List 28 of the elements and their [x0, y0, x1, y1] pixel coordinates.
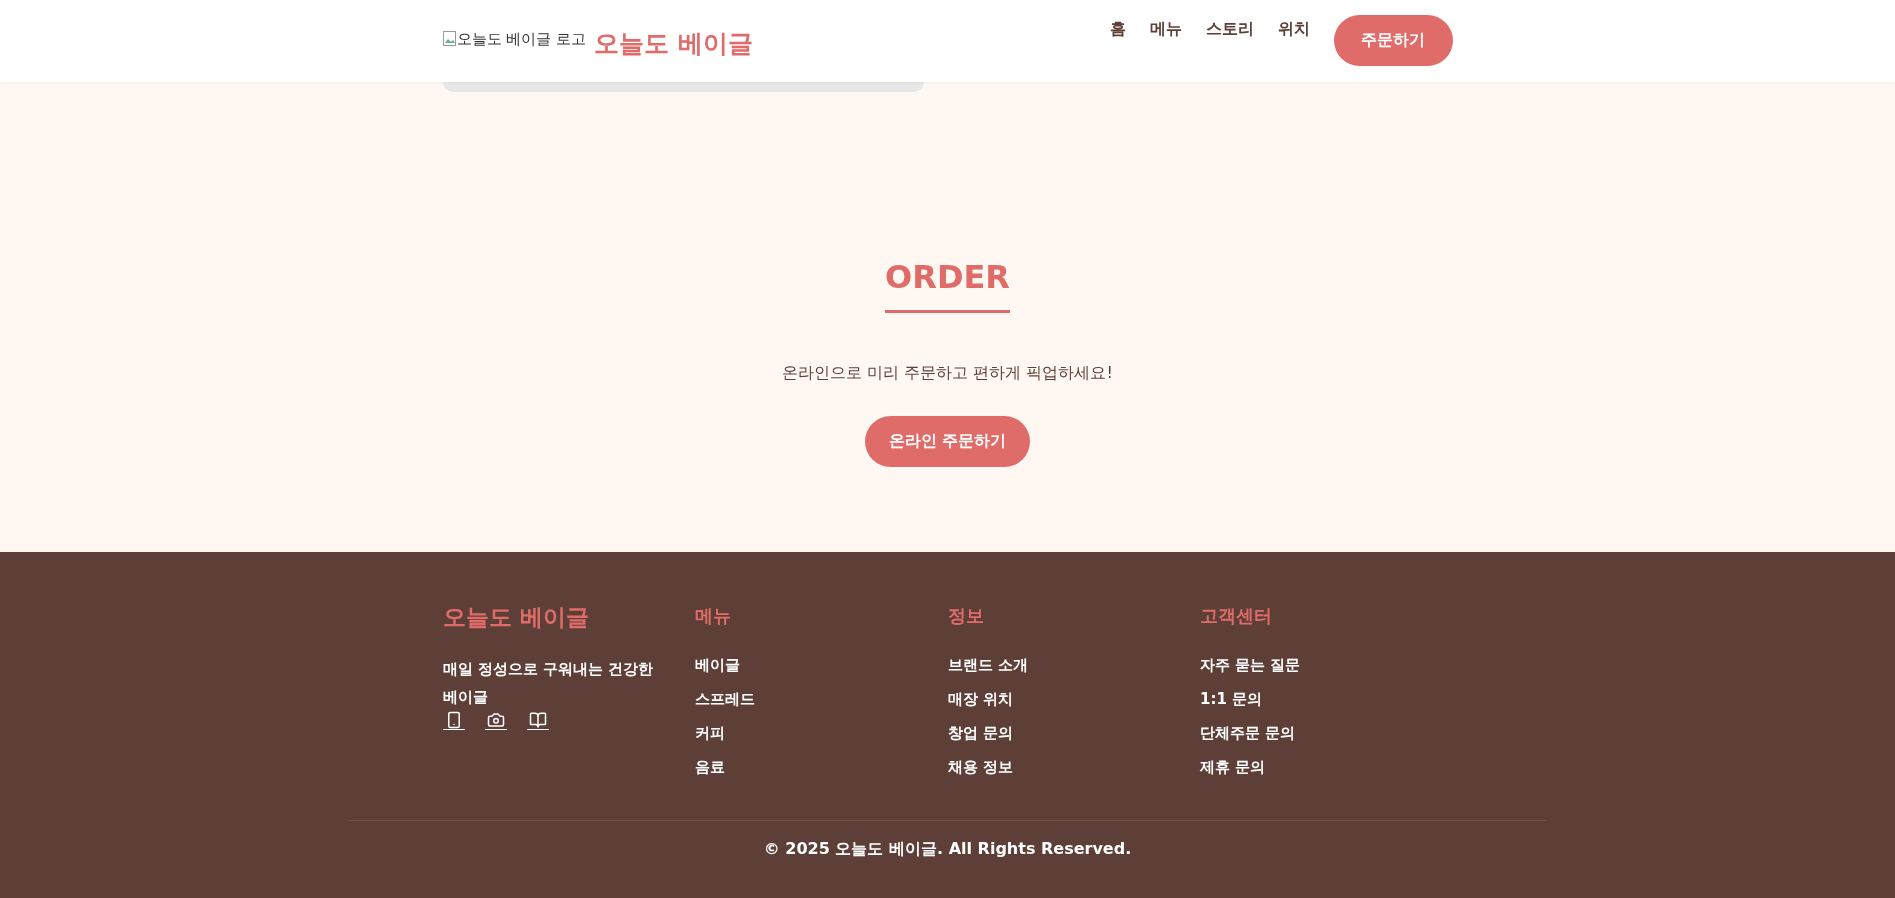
footer-link[interactable]: 자주 묻는 질문 — [1200, 648, 1453, 682]
footer-link[interactable]: 브랜드 소개 — [947, 648, 1200, 682]
book-icon[interactable] — [526, 711, 549, 730]
camera-icon[interactable] — [484, 711, 507, 730]
copyright-text: © 2025 오늘도 베이글. All Rights Reserved. — [763, 839, 1132, 860]
footer-link[interactable]: 채용 정보 — [947, 750, 1200, 784]
footer-column-title: 메뉴 — [695, 604, 732, 628]
order-description: 온라인으로 미리 주문하고 편하게 픽업하세요! — [782, 363, 1113, 384]
phone-icon[interactable] — [442, 711, 465, 730]
footer-link[interactable]: 음료 — [695, 750, 948, 784]
nav-link[interactable]: 스토리 — [1205, 18, 1254, 40]
footer-link[interactable]: 1:1 문의 — [1200, 682, 1453, 716]
footer-link[interactable]: 단체주문 문의 — [1200, 716, 1453, 750]
footer-link[interactable]: 스프레드 — [695, 682, 948, 716]
footer-brand: 오늘도 베이글 — [442, 603, 590, 632]
nav-link[interactable]: 홈 — [1109, 18, 1126, 40]
nav-link[interactable]: 위치 — [1277, 18, 1310, 40]
footer-link[interactable]: 창업 문의 — [947, 716, 1200, 750]
footer-link[interactable]: 커피 — [695, 716, 948, 750]
nav-link[interactable]: 메뉴 — [1149, 18, 1182, 40]
footer-link[interactable]: 제휴 문의 — [1200, 750, 1453, 784]
footer-link[interactable]: 베이글 — [695, 648, 948, 682]
footer-tagline: 매일 정성으로 구워내는 건강한 베이글 — [442, 659, 655, 708]
footer-column-title: 정보 — [947, 604, 985, 628]
broken-logo-image: 오늘도 베이글 로고 — [442, 29, 587, 49]
footer-link[interactable]: 매장 위치 — [947, 682, 1200, 716]
section-title: ORDER — [885, 258, 1010, 313]
footer-column-title: 고객센터 — [1200, 604, 1273, 628]
